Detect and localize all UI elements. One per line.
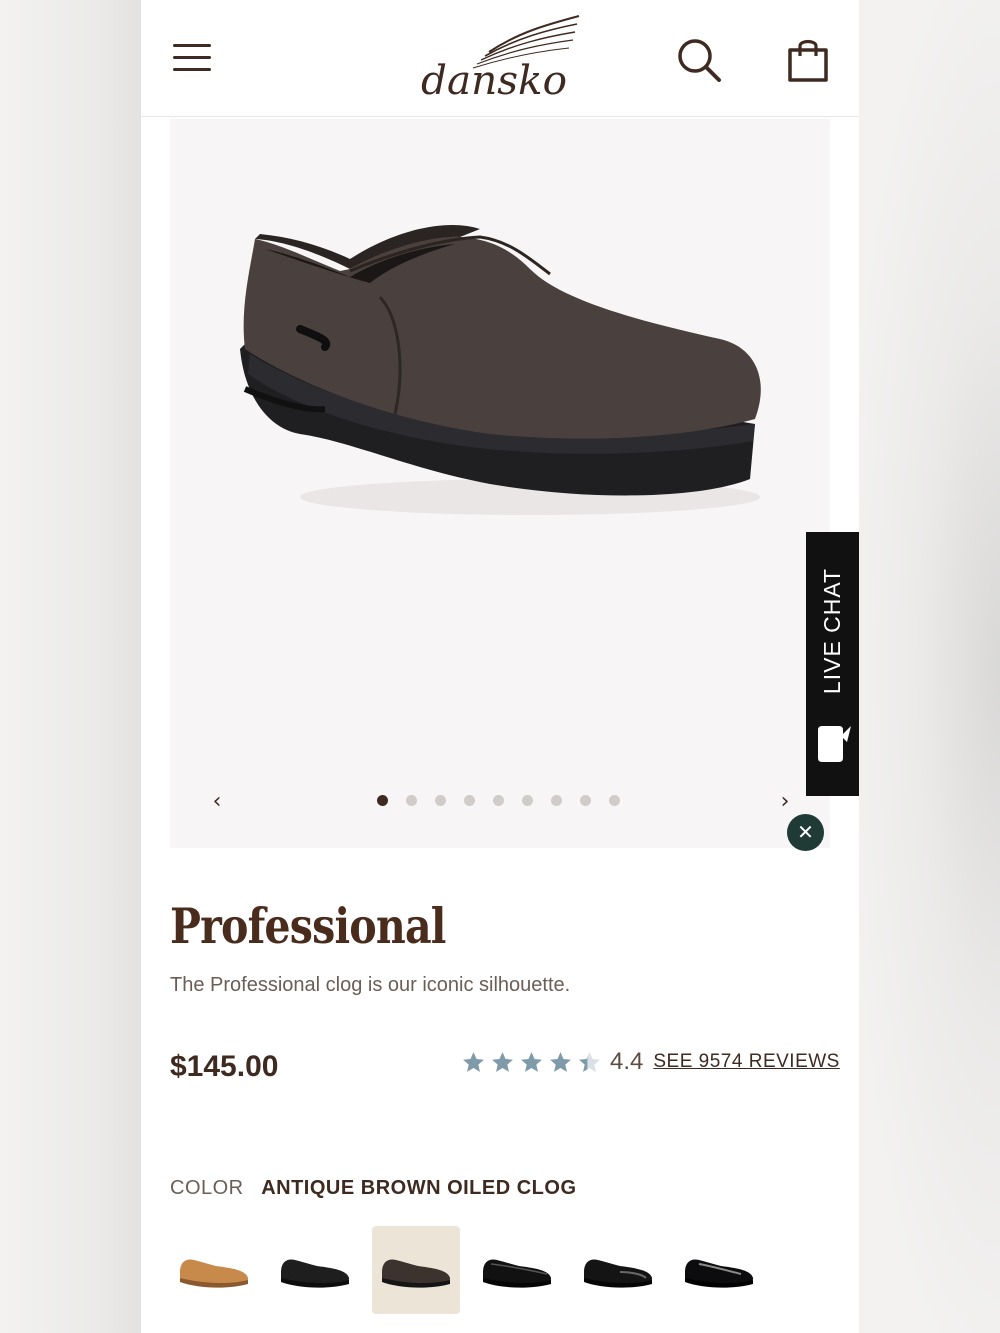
star-icon	[492, 1051, 513, 1072]
pagination-dot[interactable]	[493, 795, 504, 806]
pagination-dot[interactable]	[464, 795, 475, 806]
pagination-dot[interactable]	[377, 795, 388, 806]
see-reviews-link[interactable]: SEE 9574 REVIEWS	[653, 1051, 839, 1073]
pagination-dot[interactable]	[522, 795, 533, 806]
gallery-pagination	[377, 795, 620, 807]
color-swatch[interactable]	[271, 1226, 359, 1314]
next-image-button[interactable]: ›	[770, 787, 800, 817]
color-swatch[interactable]	[675, 1226, 763, 1314]
color-swatch-selected[interactable]	[372, 1226, 460, 1314]
color-swatch[interactable]	[574, 1226, 662, 1314]
star-icon	[463, 1051, 484, 1072]
color-selection-label: COLOR ANTIQUE BROWN OILED CLOG	[170, 1177, 577, 1200]
live-chat-label: LIVE CHAT	[819, 567, 845, 695]
chat-bubble-icon	[815, 722, 853, 766]
product-image	[230, 179, 770, 539]
dansko-logo[interactable]: dansko	[419, 12, 584, 104]
star-icon	[550, 1051, 571, 1072]
previous-image-button[interactable]: ‹	[202, 787, 232, 817]
selected-color-name: ANTIQUE BROWN OILED CLOG	[261, 1177, 577, 1199]
star-icon	[521, 1051, 542, 1072]
pagination-dot[interactable]	[551, 795, 562, 806]
product-title: Professional	[170, 897, 446, 955]
shopping-bag-icon[interactable]	[785, 36, 831, 84]
pagination-dot[interactable]	[406, 795, 417, 806]
color-swatch[interactable]	[170, 1226, 258, 1314]
product-price: $145.00	[170, 1050, 279, 1083]
product-rating: 4.4 SEE 9574 REVIEWS	[461, 1044, 840, 1080]
product-description: The Professional clog is our iconic silh…	[170, 974, 571, 996]
page: dansko ‹ › LIVE CHAT ✕ Professional The …	[141, 0, 859, 1333]
background-right	[859, 0, 1000, 1333]
search-icon[interactable]	[675, 36, 723, 84]
color-swatch[interactable]	[473, 1226, 561, 1314]
live-chat-button[interactable]: LIVE CHAT	[806, 532, 859, 796]
pagination-dot[interactable]	[435, 795, 446, 806]
svg-text:dansko: dansko	[421, 58, 567, 104]
hamburger-menu-icon[interactable]	[173, 44, 211, 72]
product-image-gallery[interactable]: ‹ ›	[170, 119, 830, 848]
close-chat-button[interactable]: ✕	[787, 814, 824, 851]
pagination-dot[interactable]	[580, 795, 591, 806]
star-half-icon	[579, 1051, 600, 1072]
color-label: COLOR	[170, 1177, 244, 1199]
background-left	[0, 0, 141, 1333]
color-swatches	[170, 1226, 763, 1314]
rating-value: 4.4	[610, 1048, 644, 1075]
site-header: dansko	[141, 0, 859, 117]
rating-stars	[461, 1050, 602, 1075]
pagination-dot[interactable]	[609, 795, 620, 806]
